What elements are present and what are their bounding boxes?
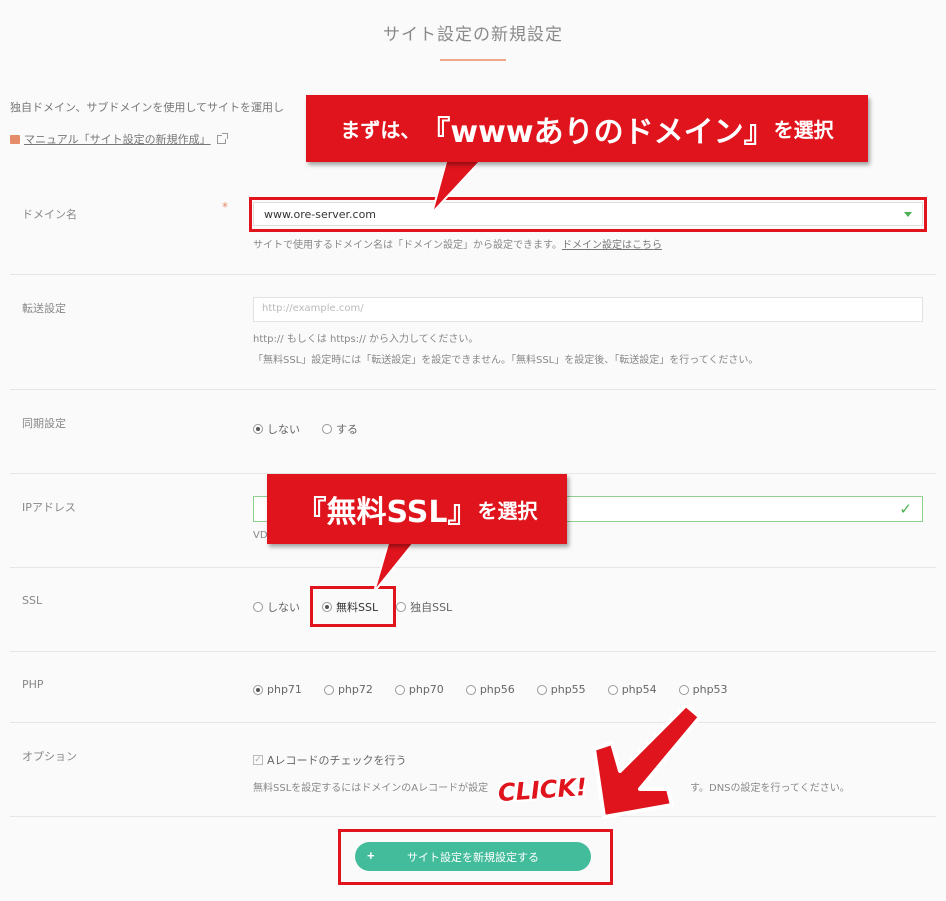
ssl-option-custom-label: 独自SSL	[410, 601, 453, 614]
arrow-icon	[592, 705, 702, 819]
ssl-option-none-label: しない	[267, 601, 300, 614]
redirect-placeholder: http://example.com/	[262, 303, 364, 314]
book-icon	[10, 134, 20, 144]
submit-highlight-box	[338, 829, 613, 885]
row-divider	[10, 722, 936, 723]
php-option[interactable]: php56	[465, 683, 515, 696]
php-option[interactable]: php70	[394, 683, 444, 696]
option-help-left: 無料SSLを設定するにはドメインのAレコードが設定	[253, 783, 489, 794]
php-option-label: php70	[408, 683, 444, 696]
callout-domain-prefix: まずは、	[340, 118, 421, 142]
a-record-check-label: Aレコードのチェックを行う	[267, 754, 407, 767]
redirect-label: 転送設定	[22, 302, 66, 315]
row-divider	[10, 567, 936, 568]
sync-option-off-label: しない	[267, 423, 300, 436]
ssl-label: SSL	[22, 594, 43, 607]
radio-icon	[322, 424, 332, 434]
php-option[interactable]: php71	[253, 683, 302, 696]
domain-highlight-box	[249, 197, 927, 232]
redirect-help-1: http:// もしくは https:// から入力してください。	[253, 334, 479, 345]
domain-settings-link[interactable]: ドメイン設定はこちら	[562, 240, 662, 251]
php-option-label: php56	[479, 683, 515, 696]
sync-option-on-label: する	[336, 423, 358, 436]
php-option-label: php53	[692, 683, 728, 696]
radio-icon	[253, 684, 263, 695]
ssl-option-custom[interactable]: 独自SSL	[396, 599, 452, 615]
callout-ssl-emph: 『無料SSL』	[296, 495, 478, 530]
php-option-label: php71	[267, 683, 302, 696]
php-option[interactable]: php55	[536, 683, 586, 696]
radio-icon	[678, 684, 689, 695]
ssl-option-none[interactable]: しない	[253, 599, 300, 615]
callout-domain-suffix: を選択	[773, 118, 834, 142]
sync-option-off[interactable]: しない	[253, 421, 300, 437]
php-option-label: php54	[621, 683, 657, 696]
callout-domain-emph: 『wwwありのドメイン』	[420, 114, 774, 150]
manual-link-label: マニュアル「サイト設定の新規作成」	[24, 133, 211, 146]
page-title: サイト設定の新規設定	[383, 25, 563, 45]
required-mark: *	[222, 200, 228, 214]
radio-icon	[396, 602, 407, 612]
redirect-input[interactable]: http://example.com/	[253, 297, 923, 322]
row-divider	[10, 274, 936, 275]
external-link-icon	[216, 132, 228, 144]
domain-help: サイトで使用するドメイン名は「ドメイン設定」から設定できます。ドメイン設定はこち…	[253, 236, 662, 251]
php-option-label: php72	[337, 683, 373, 696]
php-radio-group: php71 php72 php70 php56 php55 php54 php5…	[253, 683, 750, 696]
sync-radio-group: しない する	[253, 421, 380, 437]
a-record-check[interactable]: ✓ Aレコードのチェックを行う	[253, 752, 407, 768]
option-label: オプション	[22, 750, 77, 763]
sync-option-on[interactable]: する	[322, 421, 358, 437]
title-underline	[440, 59, 506, 61]
domain-help-text: サイトで使用するドメイン名は「ドメイン設定」から設定できます。	[253, 240, 562, 251]
option-help-right: す。DNSの設定を行ってください。	[690, 783, 850, 794]
php-option[interactable]: php72	[323, 683, 373, 696]
callout-domain-tail	[431, 155, 488, 214]
callout-ssl: 『無料SSL』 を選択	[267, 474, 567, 544]
radio-icon	[253, 424, 263, 434]
callout-domain: まずは、 『wwwありのドメイン』 を選択	[306, 95, 868, 162]
ip-label: IPアドレス	[22, 501, 76, 514]
row-divider	[10, 816, 936, 817]
php-option-label: php55	[550, 683, 586, 696]
radio-icon	[394, 684, 405, 695]
radio-icon	[253, 602, 263, 612]
ip-help: VD	[253, 530, 268, 541]
radio-icon	[607, 684, 618, 695]
php-option[interactable]: php53	[678, 683, 728, 696]
domain-label: ドメイン名	[22, 208, 77, 221]
php-option[interactable]: php54	[607, 683, 657, 696]
intro-text: 独自ドメイン、サブドメインを使用してサイトを運用し	[10, 101, 285, 114]
php-label: PHP	[22, 678, 44, 691]
redirect-help-2: 「無料SSL」設定時には「転送設定」を設定できません。「無料SSL」を設定後、「…	[253, 355, 759, 366]
radio-icon	[465, 684, 476, 695]
checkbox-icon: ✓	[253, 755, 263, 765]
check-icon: ✓	[899, 500, 912, 518]
row-divider	[10, 389, 936, 390]
callout-ssl-suffix: を選択	[477, 498, 538, 523]
radio-icon	[323, 684, 334, 695]
manual-link[interactable]: マニュアル「サイト設定の新規作成」	[10, 131, 228, 147]
radio-icon	[536, 684, 547, 695]
sync-label: 同期設定	[22, 417, 66, 430]
row-divider	[10, 651, 936, 652]
